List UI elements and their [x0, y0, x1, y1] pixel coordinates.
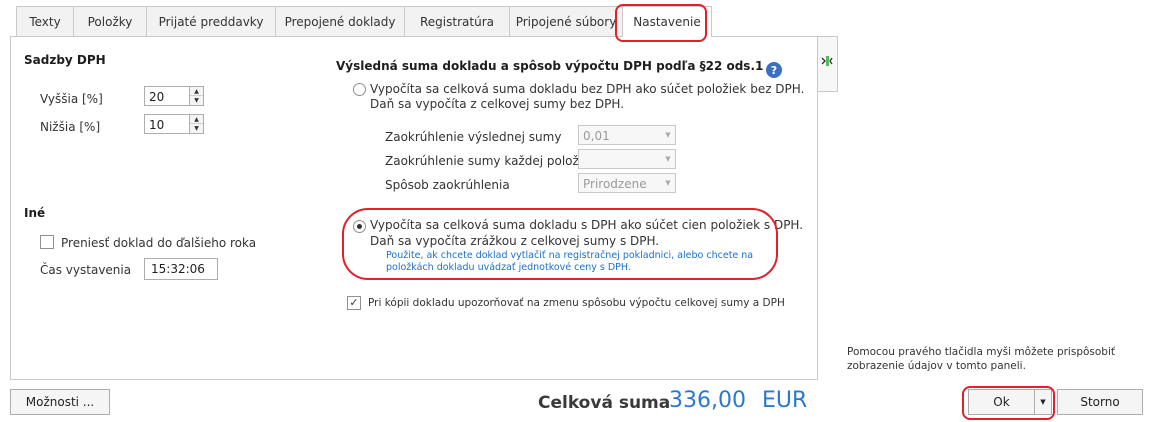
round-total-value: 0,01	[583, 129, 610, 143]
calc-method-title: Výsledná suma dokladu a spôsob výpočtu D…	[336, 59, 764, 73]
calc-option1-line1: Vypočíta sa celková suma dokladu bez DPH…	[370, 82, 805, 96]
side-panel-toggle[interactable]	[818, 36, 838, 92]
issue-time-label: Čas vystavenia	[40, 263, 132, 277]
tab-prepojene-doklady[interactable]: Prepojené doklady	[275, 6, 405, 36]
calc-option-with-vat-radio[interactable]	[353, 220, 366, 233]
vat-higher-spinner[interactable]: 20 ▲ ▼	[144, 86, 204, 106]
copy-warn-label: Pri kópii dokladu upozorňovať na zmenu s…	[368, 297, 785, 309]
panel-toggle-icon	[821, 55, 833, 67]
cancel-button[interactable]: Storno	[1057, 389, 1143, 415]
vat-lower-label: Nižšia [%]	[40, 120, 101, 134]
total-value: 336,00	[669, 388, 746, 413]
tab-nastavenie[interactable]: Nastavenie	[622, 6, 712, 37]
other-title: Iné	[24, 206, 46, 220]
tab-pripojene-subory[interactable]: Pripojené súbory	[509, 6, 623, 36]
calc-option2-line2: Daň sa vypočíta zrážkou z celkovej sumy …	[370, 234, 660, 248]
vat-higher-value: 20	[149, 90, 165, 104]
chevron-down-icon: ▼	[665, 155, 671, 163]
total-label: Celková suma	[538, 393, 671, 413]
tab-polozky[interactable]: Položky	[73, 6, 147, 36]
vat-rates-title: Sadzby DPH	[24, 53, 106, 67]
spin-down-icon[interactable]: ▼	[190, 124, 203, 133]
spin-up-icon[interactable]: ▲	[190, 87, 203, 96]
vat-lower-spinner[interactable]: 10 ▲ ▼	[144, 114, 204, 134]
spin-up-icon[interactable]: ▲	[190, 115, 203, 124]
tab-prijate-preddavky[interactable]: Prijaté preddavky	[146, 6, 276, 36]
calc-option2-hint-line1: Použite, ak chcete doklad vytlačiť na re…	[386, 250, 754, 261]
round-item-select[interactable]: ▼	[578, 149, 676, 169]
chevron-down-icon: ▼	[665, 131, 671, 139]
issue-time-input[interactable]: 15:32:06	[144, 258, 218, 280]
tab-texty[interactable]: Texty	[16, 6, 74, 36]
vat-lower-value: 10	[149, 118, 165, 132]
chevron-down-icon: ▼	[1040, 398, 1046, 406]
copy-warn-checkbox[interactable]: ✓	[347, 296, 361, 310]
vat-higher-label: Vyššia [%]	[40, 92, 103, 106]
transfer-next-year-checkbox[interactable]	[40, 235, 54, 249]
round-total-select[interactable]: 0,01 ▼	[578, 125, 676, 145]
round-method-label: Spôsob zaokrúhlenia	[385, 178, 510, 192]
transfer-next-year-label: Preniesť doklad do ďalšieho roka	[61, 236, 257, 250]
round-total-label: Zaokrúhlenie výslednej sumy	[385, 130, 562, 144]
options-button[interactable]: Možnosti ...	[10, 389, 110, 415]
spin-down-icon[interactable]: ▼	[190, 96, 203, 105]
ok-dropdown-button[interactable]: ▼	[1034, 389, 1052, 415]
total-currency: EUR	[762, 388, 808, 413]
help-icon[interactable]: ?	[766, 62, 782, 78]
round-method-select[interactable]: Prirodzene ▼	[578, 173, 676, 193]
customize-hint-line2: zobrazenie údajov v tomto paneli.	[847, 360, 1026, 372]
tab-registratura[interactable]: Registratúra	[404, 6, 510, 36]
calc-option-without-vat-radio[interactable]	[353, 83, 366, 96]
chevron-down-icon: ▼	[665, 179, 671, 187]
calc-option2-line1: Vypočíta sa celková suma dokladu s DPH a…	[370, 218, 804, 232]
calc-option2-hint-line2: položkách dokladu uvádzať jednotkové cen…	[386, 262, 631, 273]
calc-option1-line2: Daň sa vypočíta z celkovej sumy bez DPH.	[370, 97, 625, 111]
round-method-value: Prirodzene	[583, 177, 647, 191]
customize-hint-line1: Pomocou pravého tlačidla myši môžete pri…	[847, 346, 1116, 358]
round-item-label: Zaokrúhlenie sumy každej položky	[385, 154, 593, 168]
ok-button[interactable]: Ok	[968, 389, 1034, 415]
